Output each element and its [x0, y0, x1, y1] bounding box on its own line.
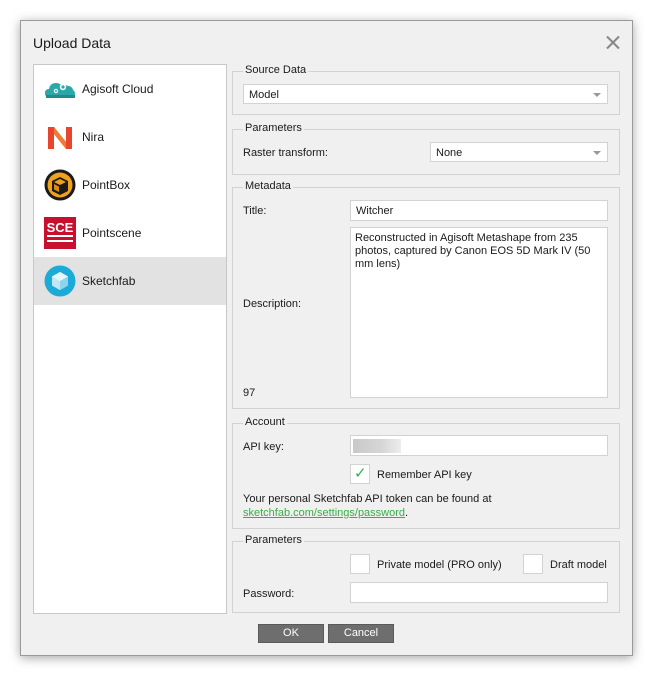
svg-text:SCE: SCE: [47, 220, 74, 235]
checkmark-icon: ✓: [354, 465, 367, 482]
close-icon[interactable]: [604, 33, 622, 51]
input-value: Witcher: [356, 205, 394, 217]
description-textarea[interactable]: Reconstructed in Agisoft Metashape from …: [350, 227, 608, 398]
select-value: Model: [249, 89, 279, 101]
title-bar: Upload Data: [21, 21, 632, 65]
sidebar-item-label: Sketchfab: [82, 274, 136, 288]
parameters-group: Parameters Raster transform: None: [232, 122, 620, 175]
group-title: Account: [243, 416, 287, 428]
sketchfab-password-link[interactable]: sketchfab.com/settings/password: [243, 507, 405, 519]
cancel-button[interactable]: Cancel: [328, 624, 394, 643]
sidebar-item-pointbox[interactable]: PointBox: [34, 161, 226, 209]
group-title: Source Data: [243, 64, 309, 76]
source-data-select[interactable]: Model: [243, 84, 608, 104]
draft-model-checkbox[interactable]: [523, 554, 543, 574]
chevron-down-icon: [593, 93, 601, 97]
group-title: Parameters: [243, 534, 304, 546]
sidebar-item-nira[interactable]: Nira: [34, 113, 226, 161]
account-group: Account API key: ✓ Remember API key Your…: [232, 416, 620, 529]
private-model-label: Private model (PRO only): [377, 559, 502, 571]
upload-parameters-group: Parameters Private model (PRO only) Draf…: [232, 534, 620, 613]
ok-button[interactable]: OK: [258, 624, 324, 643]
dialog-title: Upload Data: [33, 35, 111, 51]
source-data-group: Source Data Model: [232, 64, 620, 115]
info-suffix: .: [405, 507, 409, 519]
pointscene-logo-icon: SCE: [44, 217, 76, 249]
description-label: Description:: [243, 298, 302, 310]
sidebar-item-sketchfab[interactable]: Sketchfab: [34, 257, 226, 305]
description-char-count: 97: [243, 387, 256, 399]
sidebar-item-label: Pointscene: [82, 226, 142, 240]
password-label: Password:: [243, 588, 295, 600]
remember-api-key-label: Remember API key: [377, 469, 472, 481]
password-input[interactable]: [350, 582, 608, 603]
pointbox-logo-icon: [44, 169, 76, 201]
group-title: Parameters: [243, 122, 304, 134]
sidebar-item-label: Agisoft Cloud: [82, 82, 154, 96]
group-title: Metadata: [243, 180, 293, 192]
draft-model-label: Draft model: [550, 559, 607, 571]
nira-logo-icon: [48, 127, 72, 149]
api-key-label: API key:: [243, 441, 284, 453]
service-list: Agisoft Cloud Nira PointBox SCE Pointsce…: [33, 64, 227, 614]
api-token-info: Your personal Sketchfab API token can be…: [243, 492, 613, 520]
select-value: None: [436, 147, 463, 159]
raster-transform-label: Raster transform:: [243, 147, 328, 159]
raster-transform-select[interactable]: None: [430, 142, 608, 162]
upload-data-dialog: Upload Data Agisoft Cloud Nira PointBox …: [20, 20, 633, 656]
sidebar-item-label: PointBox: [82, 178, 131, 192]
sidebar-item-pointscene[interactable]: SCE Pointscene: [34, 209, 226, 257]
api-key-input[interactable]: [350, 435, 608, 456]
api-token-info-text: Your personal Sketchfab API token can be…: [243, 493, 492, 505]
remember-api-key-checkbox[interactable]: ✓: [350, 464, 370, 484]
sketchfab-logo-icon: [44, 265, 76, 297]
sidebar-item-agisoft-cloud[interactable]: Agisoft Cloud: [34, 65, 226, 113]
masked-api-key: [353, 439, 401, 453]
chevron-down-icon: [593, 151, 601, 155]
agisoft-cloud-icon: [45, 83, 75, 98]
title-label: Title:: [243, 205, 267, 217]
private-model-checkbox[interactable]: [350, 554, 370, 574]
title-input[interactable]: Witcher: [350, 200, 608, 221]
metadata-group: Metadata Title: Witcher Description: Rec…: [232, 180, 620, 409]
sidebar-item-label: Nira: [82, 130, 105, 144]
